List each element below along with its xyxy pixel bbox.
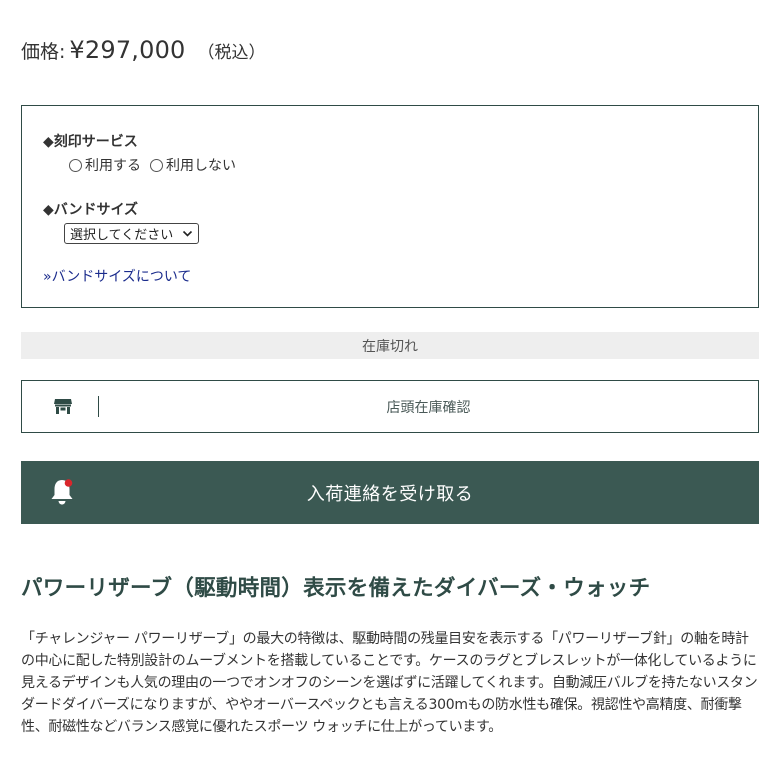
description-body: 「チャレンジャー パワーリザーブ」の最大の特徴は、駆動時間の残量目安を表示する「… (21, 631, 758, 735)
radio-button-icon[interactable] (150, 158, 163, 172)
price-row: 価格: ¥297,000 （税込） (21, 36, 266, 70)
stock-status-bar: 在庫切れ (21, 332, 759, 359)
price-tax-note: （税込） (197, 43, 266, 63)
band-size-heading: ◆バンドサイズ (43, 202, 139, 218)
store-icon (54, 399, 72, 414)
engraving-option-none-label: 利用しない (166, 158, 236, 174)
chevron-down-icon (182, 230, 193, 237)
engraving-option-none[interactable]: 利用しない (150, 155, 236, 175)
price-label: 価格: (21, 41, 66, 63)
band-size-select-value: 選択してください (70, 228, 174, 243)
description-title: パワーリザーブ（駆動時間）表示を備えたダイバーズ・ウォッチ (21, 576, 651, 601)
engraving-heading: ◆刻印サービス (43, 134, 138, 150)
restock-notify-label: 入荷連絡を受け取る (306, 483, 474, 505)
band-size-guide-link[interactable]: »バンドサイズについて (43, 266, 191, 286)
restock-notify-button[interactable]: 入荷連絡を受け取る (21, 461, 759, 524)
store-stock-check-label: 店頭在庫確認 (386, 399, 471, 416)
stock-status-text: 在庫切れ (362, 338, 418, 355)
band-size-select[interactable]: 選択してください (64, 223, 199, 244)
engraving-radio-group: 利用する 利用しない (69, 155, 245, 175)
store-stock-check-button[interactable]: 店頭在庫確認 (21, 380, 759, 433)
radio-button-icon[interactable] (69, 158, 82, 172)
product-options-panel: ◆刻印サービス 利用する 利用しない ◆バンドサイズ 選択してください »バンド… (21, 105, 759, 308)
engraving-option-use[interactable]: 利用する (69, 155, 141, 175)
price-value: ¥297,000 (69, 36, 186, 64)
engraving-option-use-label: 利用する (85, 158, 141, 174)
